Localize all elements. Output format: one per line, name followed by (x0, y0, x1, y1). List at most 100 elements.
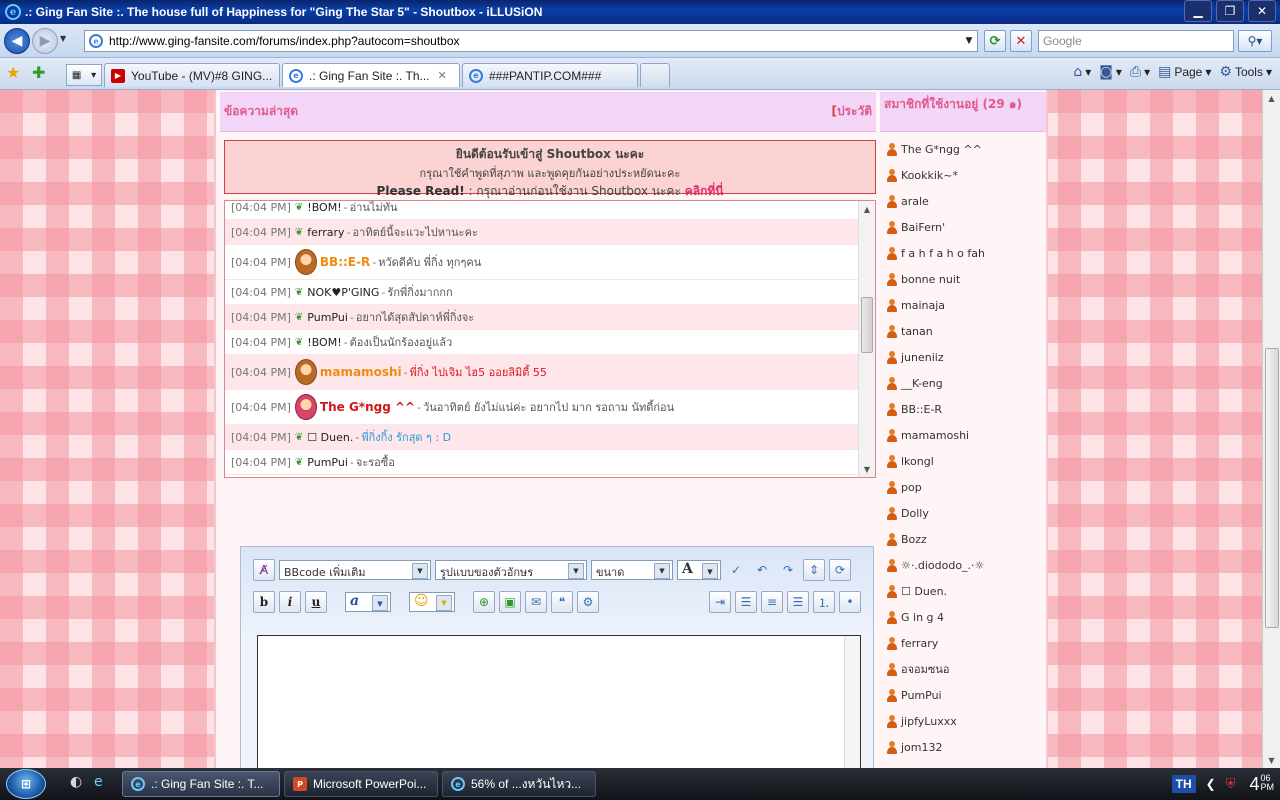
home-button[interactable]: ⌂ ▾ (1073, 64, 1091, 80)
security-shield-icon[interactable]: ⛨ (1226, 776, 1236, 792)
indent-icon[interactable]: ⇥ (709, 591, 731, 613)
list-item[interactable]: G in g 4 (886, 604, 1046, 630)
favorites-star-icon[interactable]: ★ (6, 63, 20, 82)
show-hidden-icons[interactable]: ❮ (1206, 777, 1216, 791)
read-first-link[interactable]: คลิกที่นี่ (685, 184, 724, 198)
taskbar-item-ging-fan-site[interactable]: e .: Ging Fan Site :. T... (122, 771, 280, 797)
start-button[interactable]: ⊞ (6, 769, 46, 799)
message-user[interactable]: ferrary (307, 226, 344, 239)
list-item[interactable]: BaiFern' (886, 214, 1046, 240)
bbcode-select[interactable]: BBcode เพิ่มเติม (279, 560, 431, 580)
language-indicator[interactable]: TH (1171, 775, 1196, 793)
tab-youtube[interactable]: ▶ YouTube - (MV)#8 GING... (104, 63, 280, 87)
list-item[interactable]: Kookkik~* (886, 162, 1046, 188)
list-item[interactable]: The G*ngg ^^ (886, 136, 1046, 162)
message-user[interactable]: NOK♥P'GING (307, 286, 379, 299)
taskbar-item-powerpoint[interactable]: P Microsoft PowerPoi... (284, 771, 438, 797)
list-item[interactable]: arale (886, 188, 1046, 214)
list-item[interactable]: jipfyLuxxx (886, 708, 1046, 734)
list-item[interactable]: อจอมซนอ (886, 656, 1046, 682)
message-user[interactable]: mamamoshi (320, 365, 402, 379)
message-user[interactable]: ☐ Duen. (307, 431, 353, 444)
search-input[interactable]: Google (1038, 30, 1234, 52)
list-item[interactable]: ☐ Duen. (886, 578, 1046, 604)
list-item[interactable]: jom132 (886, 734, 1046, 760)
tab-close-icon[interactable]: ✕ (438, 69, 447, 82)
font-select[interactable]: รูปแบบของตัวอักษร (435, 560, 587, 580)
quick-launch-icon[interactable]: ◐ (70, 774, 82, 790)
message-user[interactable]: BB::E-R (320, 255, 370, 269)
history-link[interactable]: ประวัติ (831, 102, 872, 121)
tab-pantip[interactable]: e ###PANTIP.COM### (462, 63, 638, 87)
highlight-select[interactable]: a (345, 592, 391, 612)
stop-button[interactable]: ✕ (1010, 30, 1032, 52)
back-button[interactable]: ◀ (4, 28, 30, 54)
bold-button[interactable]: b (253, 591, 275, 613)
page-menu-button[interactable]: ▤ Page ▾ (1158, 64, 1211, 80)
address-dropdown-icon[interactable]: ▼ (961, 36, 977, 46)
quick-tabs-button[interactable]: ▦ ▾ (66, 64, 102, 86)
bullet-list-icon[interactable]: • (839, 591, 861, 613)
list-item[interactable]: f a h f a h o fah (886, 240, 1046, 266)
message-textarea[interactable] (257, 635, 861, 768)
italic-button[interactable]: i (279, 591, 301, 613)
address-url[interactable]: http://www.ging-fansite.com/forums/index… (109, 34, 961, 48)
insert-code-icon[interactable]: ⚙ (577, 591, 599, 613)
messages-scrollbar[interactable]: ▲ ▼ (858, 201, 875, 477)
maximize-button[interactable]: ❐ (1216, 0, 1244, 22)
remove-format-icon[interactable]: A̸ (253, 559, 275, 581)
align-center-icon[interactable]: ≡ (761, 591, 783, 613)
spellcheck-icon[interactable]: ✓ (725, 559, 747, 581)
recent-pages-dropdown[interactable]: ▼ (60, 34, 66, 43)
tab-ging-fan-site[interactable]: e .: Ging Fan Site :. Th... ✕ (282, 63, 460, 87)
textarea-scrollbar[interactable] (844, 636, 860, 768)
numbered-list-icon[interactable]: ⒈ (813, 591, 835, 613)
insert-link-icon[interactable]: ⊕ (473, 591, 495, 613)
resize-icon[interactable]: ⇕ (803, 559, 825, 581)
message-user[interactable]: !BOM! (307, 336, 341, 349)
scroll-thumb[interactable] (861, 297, 873, 353)
new-tab-button[interactable] (640, 63, 670, 87)
page-scrollbar[interactable]: ▲ ▼ (1262, 90, 1280, 768)
align-left-icon[interactable]: ☰ (735, 591, 757, 613)
message-user[interactable]: !BOM! (307, 201, 341, 214)
undo-icon[interactable]: ↶ (751, 559, 773, 581)
insert-image-icon[interactable]: ▣ (499, 591, 521, 613)
underline-button[interactable]: u (305, 591, 327, 613)
insert-email-icon[interactable]: ✉ (525, 591, 547, 613)
scroll-down-icon[interactable]: ▼ (1263, 752, 1280, 768)
size-select[interactable]: ขนาด (591, 560, 673, 580)
clock[interactable]: 4 06 PM (1249, 773, 1274, 795)
scroll-up-icon[interactable]: ▲ (1263, 90, 1280, 106)
list-item[interactable]: __K-eng (886, 370, 1046, 396)
list-item[interactable]: BB::E-R (886, 396, 1046, 422)
add-favorite-icon[interactable]: ✚ (32, 63, 45, 82)
tools-menu-button[interactable]: ⚙ Tools ▾ (1219, 64, 1272, 80)
close-button[interactable]: ✕ (1248, 0, 1276, 22)
scroll-up-icon[interactable]: ▲ (859, 201, 875, 217)
list-item[interactable]: ferrary (886, 630, 1046, 656)
message-user[interactable]: The G*ngg ^^ (320, 400, 415, 414)
page-scroll-thumb[interactable] (1265, 348, 1279, 628)
emoticon-select[interactable]: ☺ (409, 592, 455, 612)
list-item[interactable]: Bozz (886, 526, 1046, 552)
font-color-select[interactable]: A (677, 560, 721, 580)
redo-icon[interactable]: ↷ (777, 559, 799, 581)
align-right-icon[interactable]: ☰ (787, 591, 809, 613)
list-item[interactable]: mamamoshi (886, 422, 1046, 448)
list-item[interactable]: tanan (886, 318, 1046, 344)
list-item[interactable]: pop (886, 474, 1046, 500)
list-item[interactable]: bonne nuit (886, 266, 1046, 292)
feeds-button[interactable]: ◙ ▾ (1099, 64, 1122, 80)
minimize-button[interactable]: ▁ (1184, 0, 1212, 22)
forward-button[interactable]: ▶ (32, 28, 58, 54)
message-user[interactable]: PumPui (307, 456, 348, 469)
ie-quick-launch-icon[interactable]: e (94, 774, 103, 790)
search-button[interactable]: ⚲▾ (1238, 30, 1272, 52)
switch-mode-icon[interactable]: ⟳ (829, 559, 851, 581)
refresh-button[interactable]: ⟳ (984, 30, 1006, 52)
list-item[interactable]: Dolly (886, 500, 1046, 526)
taskbar-item-download[interactable]: e 56% of ...งหวันไหว... (442, 771, 596, 797)
list-item[interactable]: mainaja (886, 292, 1046, 318)
message-user[interactable]: PumPui (307, 311, 348, 324)
